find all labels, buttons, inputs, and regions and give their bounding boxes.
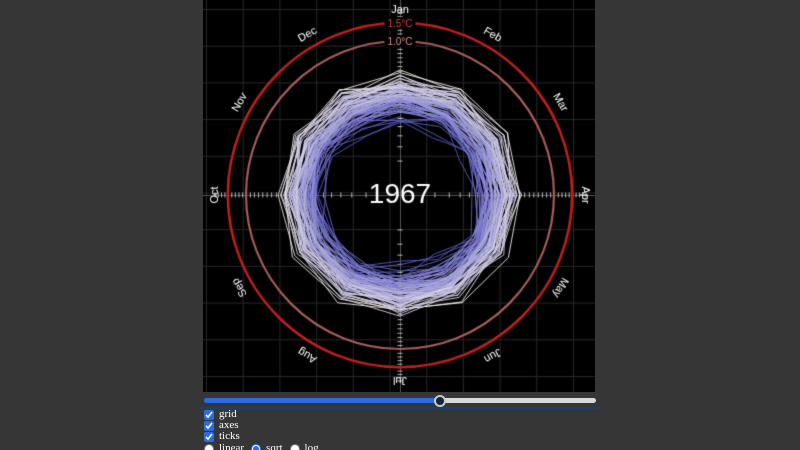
radio-log[interactable] — [290, 444, 300, 450]
radio-label-log[interactable]: log — [290, 443, 319, 450]
scale-radio-row: linear sqrt log — [204, 443, 600, 450]
radio-log-text: log — [305, 443, 319, 450]
radio-sqrt-text: sqrt — [266, 443, 283, 450]
checkbox-row-ticks: ticks — [204, 431, 600, 442]
app-column: grid axes ticks linear sqrt log — [200, 0, 600, 450]
climate-spiral-canvas — [203, 0, 595, 392]
checkbox-row-axes: axes — [204, 420, 600, 431]
radio-sqrt[interactable] — [251, 444, 261, 450]
checkbox-row-grid: grid — [204, 409, 600, 420]
radio-linear-text: linear — [219, 443, 244, 450]
radio-label-linear[interactable]: linear — [204, 443, 244, 450]
checkbox-label-ticks[interactable]: ticks — [204, 431, 240, 442]
year-slider-wrap — [200, 395, 600, 409]
radio-linear[interactable] — [204, 444, 214, 450]
year-slider[interactable] — [204, 395, 596, 406]
radio-label-sqrt[interactable]: sqrt — [251, 443, 283, 450]
checkbox-ticks-text: ticks — [219, 431, 240, 442]
checkbox-axes[interactable] — [204, 421, 214, 431]
checkbox-ticks[interactable] — [204, 432, 214, 442]
checkbox-grid[interactable] — [204, 410, 214, 420]
